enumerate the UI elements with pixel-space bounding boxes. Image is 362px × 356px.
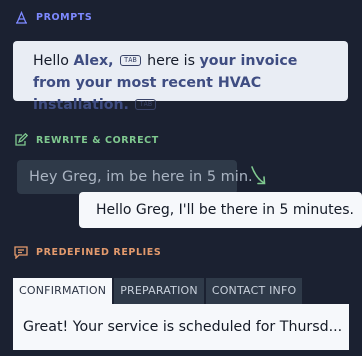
replies-section-title: PREDEFINED REPLIES xyxy=(14,245,161,259)
rewrite-section-title: REWRITE & CORRECT xyxy=(14,133,159,147)
prompt-text-start: Hello xyxy=(33,53,74,69)
prompt-text-middle: here is xyxy=(142,53,200,69)
arrow-down-right-icon xyxy=(251,166,266,185)
tab-preparation[interactable]: PREPARATION xyxy=(114,278,204,304)
message-icon xyxy=(14,245,28,259)
original-message-bubble[interactable]: Hey Greg, im be here in 5 min. xyxy=(17,160,253,194)
tab-key-badge: TAB xyxy=(135,99,157,110)
replies-title-label: PREDEFINED REPLIES xyxy=(36,246,162,258)
tab-key-badge: TAB xyxy=(120,55,141,66)
prompt-icon xyxy=(14,10,28,24)
rewrite-title-label: REWRITE & CORRECT xyxy=(36,134,159,146)
reply-preview[interactable]: Great! Your service is scheduled for Thu… xyxy=(13,304,349,350)
prompts-section-title: PROMPTS xyxy=(14,10,92,24)
tab-contact-info[interactable]: CONTACT INFO xyxy=(205,278,303,304)
edit-icon xyxy=(14,133,28,147)
tab-confirmation[interactable]: CONFIRMATION xyxy=(13,278,113,304)
prompt-name-variable: Alex, xyxy=(73,53,114,69)
corrected-message-bubble[interactable]: Hello Greg, I'll be there in 5 minutes. xyxy=(79,192,362,228)
replies-tab-bar: CONFIRMATION PREPARATION CONTACT INFO xyxy=(13,278,303,304)
prompts-title-label: PROMPTS xyxy=(36,11,93,23)
prompt-card[interactable]: Hello Alex, TAB here is your invoice fro… xyxy=(13,41,348,113)
